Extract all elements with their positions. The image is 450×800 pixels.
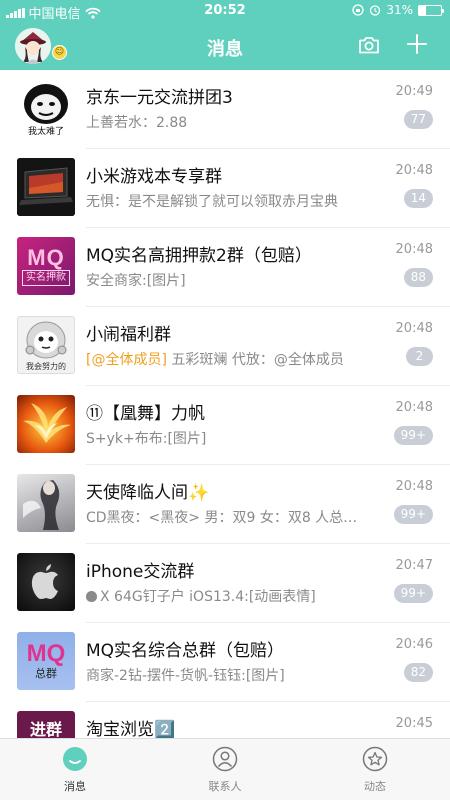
tab-label: 动态 bbox=[364, 780, 386, 793]
star-icon bbox=[362, 746, 388, 772]
chat-name: 京东一元交流拼团3 bbox=[86, 88, 233, 108]
tab-moments[interactable]: 动态 bbox=[300, 739, 450, 800]
chat-row[interactable]: 我太难了 京东一元交流拼团3 上善若水：2.88 20:49 77 bbox=[0, 70, 450, 149]
group-avatar: MQ 实名押款 bbox=[17, 237, 75, 295]
chat-time: 20:48 bbox=[395, 242, 433, 257]
camera-icon[interactable] bbox=[358, 34, 380, 56]
unread-badge: 99+ bbox=[393, 505, 433, 524]
group-avatar bbox=[17, 553, 75, 611]
avatar-subtext: 实名押款 bbox=[22, 270, 70, 286]
plus-icon[interactable] bbox=[406, 33, 428, 55]
chat-preview: S+yk+布布:[图片] bbox=[86, 431, 207, 447]
unread-badge: 77 bbox=[403, 110, 433, 129]
chat-time: 20:48 bbox=[395, 321, 433, 336]
apple-logo-icon bbox=[31, 564, 58, 599]
chat-preview: [@全体成员] 五彩斑斓 代放：@全体成员 bbox=[86, 349, 382, 369]
chat-preview: 商家-2钻-摆件-货帆-钰钰:[图片] bbox=[86, 668, 285, 684]
group-avatar bbox=[17, 158, 75, 216]
preview-text: X 64G钉子户 iOS13.4:[动画表情] bbox=[100, 589, 316, 605]
mention-tag: [@全体成员] bbox=[86, 352, 167, 368]
group-avatar bbox=[17, 474, 75, 532]
chat-preview: 无惧：是不是解锁了就可以领取赤月宝典 bbox=[86, 194, 338, 210]
status-bar: 中国电信 20:52 31% bbox=[0, 0, 450, 22]
battery-icon bbox=[418, 4, 444, 16]
page-title: 消息 bbox=[207, 39, 243, 60]
chat-name: MQ实名综合总群（包赔） bbox=[86, 641, 285, 661]
chat-time: 20:48 bbox=[395, 400, 433, 415]
chat-time: 20:48 bbox=[395, 479, 433, 494]
avatar-caption: 我太难了 bbox=[27, 125, 64, 136]
chat-name: 天使降临人间✨ bbox=[86, 483, 210, 503]
meme-face-image bbox=[24, 83, 68, 124]
tab-contacts[interactable]: 联系人 bbox=[150, 739, 300, 800]
avatar-text: MQ bbox=[26, 640, 66, 667]
preview-text: 五彩斑斓 代放：@全体成员 bbox=[166, 352, 344, 368]
chat-list[interactable]: 我太难了 京东一元交流拼团3 上善若水：2.88 20:49 77 小米游戏本专… bbox=[0, 70, 450, 738]
alarm-icon bbox=[370, 5, 381, 16]
unread-badge: 14 bbox=[403, 189, 433, 208]
unread-badge: 99+ bbox=[393, 584, 433, 603]
unread-badge: 88 bbox=[403, 268, 433, 287]
chat-name: MQ实名高拥押款2群（包赔） bbox=[86, 246, 312, 266]
chat-time: 20:48 bbox=[395, 163, 433, 178]
chat-preview: 安全商家:[图片] bbox=[86, 273, 186, 289]
tab-label: 联系人 bbox=[208, 780, 242, 793]
chat-name: 小闹福利群 bbox=[86, 325, 171, 345]
chat-time: 20:46 bbox=[395, 637, 433, 652]
header: ☺ 消息 bbox=[0, 22, 450, 70]
apple-logo-icon bbox=[86, 591, 97, 602]
chat-row[interactable]: 小米游戏本专享群 无惧：是不是解锁了就可以领取赤月宝典 20:48 14 bbox=[0, 149, 450, 228]
chat-bubble-icon bbox=[63, 747, 87, 771]
phoenix-image bbox=[23, 403, 71, 443]
tab-messages[interactable]: 消息 bbox=[0, 739, 150, 800]
chat-name: 小米游戏本专享群 bbox=[86, 167, 222, 187]
contact-person-icon bbox=[212, 746, 238, 772]
chat-preview: 上善若水：2.88 bbox=[86, 115, 188, 131]
chat-time: 20:45 bbox=[395, 716, 433, 731]
chat-preview: CD黑夜：<黑夜> 男：双9 女：双8 人总… bbox=[86, 510, 358, 526]
group-avatar: 我太难了 bbox=[17, 79, 75, 137]
status-right: 31% bbox=[352, 3, 444, 17]
battery-fill bbox=[419, 5, 426, 15]
chat-time: 20:49 bbox=[395, 84, 433, 99]
chat-name: ⑪【凰舞】力帆 bbox=[86, 404, 205, 424]
group-avatar bbox=[17, 395, 75, 453]
rotation-lock-icon bbox=[352, 4, 364, 16]
avatar-text: MQ bbox=[27, 245, 65, 270]
chat-row[interactable]: MQ 实名押款 MQ实名高拥押款2群（包赔） 安全商家:[图片] 20:48 8… bbox=[0, 228, 450, 307]
angel-photo-image bbox=[23, 480, 60, 530]
group-avatar: MQ 总群 bbox=[17, 632, 75, 690]
unread-badge: 99+ bbox=[393, 426, 433, 445]
tab-bar: 消息 联系人 动态 bbox=[0, 738, 450, 800]
battery-percent: 31% bbox=[386, 3, 413, 17]
chat-row[interactable]: MQ 总群 MQ实名综合总群（包赔） 商家-2钻-摆件-货帆-钰钰:[图片] 2… bbox=[0, 623, 450, 702]
meme-face-image bbox=[25, 321, 67, 359]
chat-time: 20:47 bbox=[395, 558, 433, 573]
chat-row[interactable]: 进群 赚钱 淘宝浏览2️⃣ 20:45 bbox=[0, 702, 450, 738]
avatar-text: 进群 bbox=[29, 722, 62, 738]
tab-label: 消息 bbox=[64, 780, 86, 793]
avatar-caption: 我会努力的 bbox=[26, 362, 66, 371]
chat-row[interactable]: 天使降临人间✨ CD黑夜：<黑夜> 男：双9 女：双8 人总… 20:48 99… bbox=[0, 465, 450, 544]
group-avatar: 我会努力的 bbox=[17, 316, 75, 374]
chat-row[interactable]: 我会努力的 小闹福利群 [@全体成员] 五彩斑斓 代放：@全体成员 20:48 … bbox=[0, 307, 450, 386]
unread-badge: 82 bbox=[403, 663, 433, 682]
chat-name: iPhone交流群 bbox=[86, 562, 195, 582]
unread-badge: 2 bbox=[406, 347, 433, 366]
group-avatar: 进群 赚钱 bbox=[17, 711, 75, 738]
chat-preview: X 64G钉子户 iOS13.4:[动画表情] bbox=[86, 586, 382, 606]
chat-row[interactable]: ⑪【凰舞】力帆 S+yk+布布:[图片] 20:48 99+ bbox=[0, 386, 450, 465]
chat-row[interactable]: iPhone交流群 X 64G钉子户 iOS13.4:[动画表情] 20:47 … bbox=[0, 544, 450, 623]
chat-name: 淘宝浏览2️⃣ bbox=[86, 720, 176, 738]
laptop-image bbox=[17, 158, 75, 216]
avatar-subtext: 总群 bbox=[35, 668, 57, 680]
